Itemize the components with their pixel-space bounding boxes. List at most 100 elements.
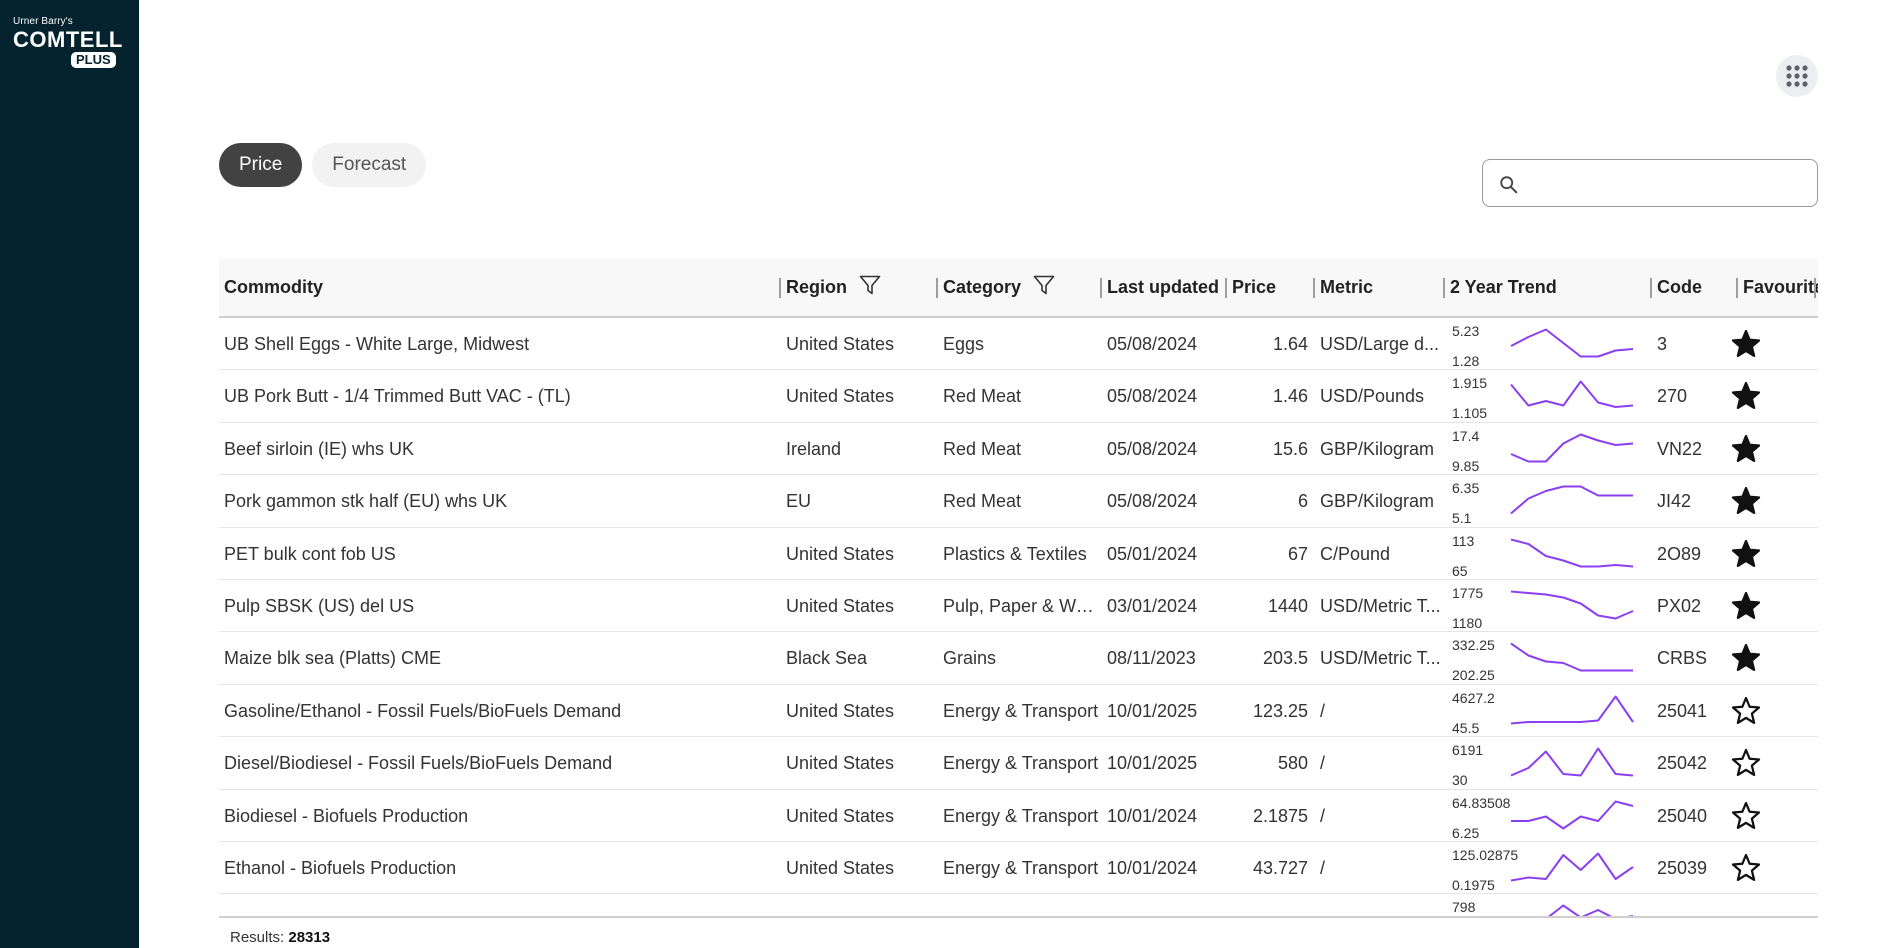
table-row[interactable]: Maize blk sea (Platts) CME Black Sea Grain…: [219, 632, 1818, 685]
commodity-table: Commodity Region Category Last updated P…: [219, 258, 1818, 918]
row-region: [781, 894, 936, 918]
column-label: Region: [786, 276, 847, 297]
row-category: Red Meat: [943, 438, 1022, 459]
row-commodity: PET bulk cont fob US: [224, 543, 396, 564]
filter-icon[interactable]: [859, 275, 881, 295]
row-last-updated: [1102, 894, 1225, 918]
column-header-trend[interactable]: 2 Year Trend: [1445, 258, 1650, 316]
table-row[interactable]: Diesel/Biodiesel - Fossil Fuels/BioFuels…: [219, 737, 1818, 790]
row-region: Ireland: [786, 438, 842, 459]
star-outline-icon[interactable]: [1731, 801, 1761, 831]
trend-min-label: 0.1975: [1452, 876, 1495, 893]
row-region: United States: [786, 805, 895, 826]
column-header-price[interactable]: Price: [1227, 258, 1313, 316]
column-header-metric[interactable]: Metric: [1315, 258, 1443, 316]
row-category: Grains: [943, 648, 997, 669]
row-metric: USD/Large d...: [1320, 334, 1440, 354]
tab-forecast[interactable]: Forecast: [312, 143, 427, 187]
column-label: Last updated: [1107, 276, 1220, 297]
row-commodity: UB Pork Butt - 1/4 Trimmed Butt VAC - (T…: [224, 386, 571, 407]
table-row[interactable]: Gasoline/Ethanol - Fossil Fuels/BioFuels…: [219, 685, 1818, 738]
row-category: Energy & Transport: [943, 857, 1099, 878]
row-last-updated: 08/11/2023: [1107, 648, 1196, 669]
star-filled-icon[interactable]: [1731, 486, 1761, 516]
star-filled-icon[interactable]: [1731, 434, 1761, 464]
trend-min-label: 5.1: [1452, 510, 1472, 527]
row-price: 6: [1297, 491, 1308, 512]
row-commodity: Maize blk sea (Platts) CME: [224, 648, 442, 669]
trend-max-label: 6.35: [1452, 480, 1480, 497]
trend-min-label: 6.25: [1452, 824, 1480, 841]
row-commodity: Biodiesel - Biofuels Production: [224, 805, 469, 826]
table-row[interactable]: Pulp SBSK (US) del US United States Pulp, …: [219, 580, 1818, 633]
row-metric: /: [1320, 805, 1326, 826]
search-box[interactable]: [1482, 159, 1818, 207]
row-code: 25040: [1657, 805, 1708, 826]
row-price: 203.5: [1262, 648, 1308, 669]
table-row[interactable]: PET bulk cont fob US United States Plastic…: [219, 528, 1818, 580]
star-filled-icon[interactable]: [1731, 329, 1761, 359]
trend-line: [1510, 695, 1634, 725]
table-row[interactable]: Biodiesel - Biofuels Production United St…: [219, 790, 1818, 842]
column-header-code[interactable]: Code: [1652, 258, 1736, 316]
results-count: 28313: [288, 929, 331, 946]
table-row[interactable]: Pork gammon stk half (EU) whs UK EU Red Me…: [219, 475, 1818, 528]
row-code: 270: [1657, 386, 1688, 407]
row-code: VN22: [1657, 438, 1703, 459]
comtell-plus-logo[interactable]: Urner Barry's COMTELL PLUS: [13, 16, 123, 69]
row-commodity: [219, 894, 779, 918]
trend-min-label: 30: [1452, 772, 1468, 789]
trend-min-label: 1.105: [1452, 405, 1488, 422]
trend-line: [1510, 852, 1634, 882]
filter-icon[interactable]: [1033, 275, 1055, 295]
sidebar: Urner Barry's COMTELL PLUS: [0, 0, 139, 948]
tab-price[interactable]: Price: [219, 143, 303, 187]
trend-line: [1510, 380, 1634, 409]
column-header-commodity[interactable]: Commodity: [219, 258, 779, 316]
column-header-region[interactable]: Region: [781, 258, 936, 316]
row-price: 67: [1287, 543, 1308, 564]
trend-min-label: 202.25: [1452, 667, 1495, 684]
row-commodity: Beef sirloin (IE) whs UK: [224, 438, 415, 459]
row-category: Energy & Transport: [943, 700, 1099, 721]
star-outline-icon[interactable]: [1731, 696, 1761, 726]
trend-max-label: 1.915: [1452, 375, 1488, 392]
table-row[interactable]: UB Pork Butt - 1/4 Trimmed Butt VAC - (T…: [219, 370, 1818, 423]
column-header-last-updated[interactable]: Last updated: [1102, 258, 1225, 316]
row-category: [938, 894, 1100, 918]
trend-sparkline: [1511, 800, 1634, 830]
star-outline-icon[interactable]: [1731, 853, 1761, 883]
row-price: 1440: [1267, 595, 1308, 616]
row-price: 15.6: [1272, 438, 1308, 459]
column-label: 2 Year Trend: [1450, 276, 1557, 297]
table-row[interactable]: UB Shell Eggs - White Large, Midwest Unit…: [219, 318, 1818, 371]
trend-max-label: 1775: [1452, 584, 1484, 601]
trend-sparkline: [1510, 538, 1634, 568]
star-filled-icon[interactable]: [1731, 539, 1761, 569]
column-header-favourite[interactable]: Favourite: [1738, 258, 1818, 316]
row-last-updated: 05/08/2024: [1107, 386, 1198, 407]
star-filled-icon[interactable]: [1731, 381, 1761, 411]
star-filled-icon[interactable]: [1731, 643, 1761, 673]
row-last-updated: 05/08/2024: [1107, 334, 1198, 354]
star-outline-icon[interactable]: [1731, 748, 1761, 778]
results-summary: Results: 28313: [230, 929, 330, 946]
search-input[interactable]: [1527, 166, 1811, 202]
row-region: Black Sea: [786, 648, 868, 669]
row-commodity: Pork gammon stk half (EU) whs UK: [224, 491, 508, 512]
row-code: 25041: [1657, 700, 1708, 721]
row-region: United States: [786, 753, 895, 774]
row-metric: /: [1320, 700, 1326, 721]
row-region: United States: [786, 543, 895, 564]
table-row[interactable]: Ethanol - Biofuels Production United Stat…: [219, 842, 1818, 895]
row-metric: /: [1320, 857, 1326, 878]
column-header-category[interactable]: Category: [938, 258, 1100, 316]
table-row[interactable]: Beef sirloin (IE) whs UK Ireland Red Meat 0…: [219, 423, 1818, 476]
table-row[interactable]: 798: [219, 894, 1818, 918]
trend-sparkline: [1510, 643, 1633, 672]
star-filled-icon[interactable]: [1731, 591, 1761, 621]
trend-line: [1510, 328, 1634, 358]
trend-max-label: 5.23: [1452, 323, 1480, 339]
apps-menu-button[interactable]: [1776, 55, 1818, 97]
column-resize-handle[interactable]: [1814, 278, 1816, 298]
